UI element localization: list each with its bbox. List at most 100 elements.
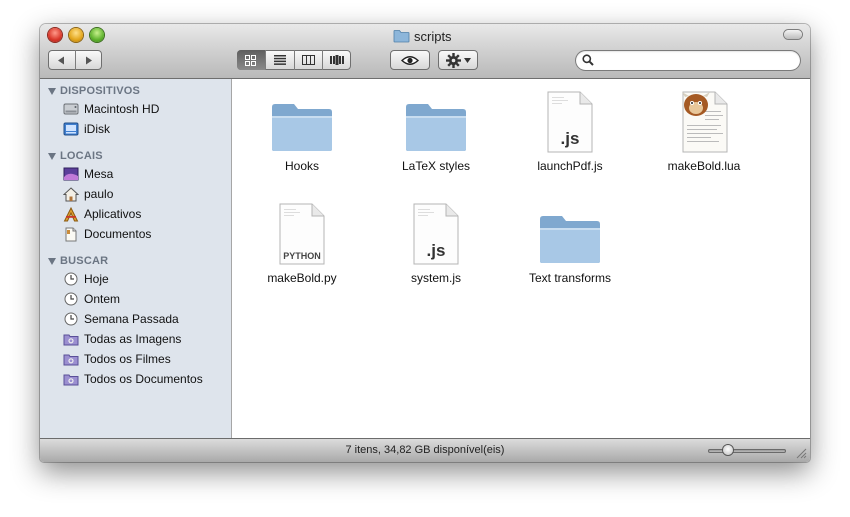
forward-arrow-icon [85, 56, 92, 64]
window-title: scripts [393, 27, 452, 45]
sidebar-item-label: Macintosh HD [84, 102, 160, 116]
clock-icon [63, 291, 79, 307]
search-input[interactable] [597, 52, 797, 70]
file-item-text-transforms[interactable]: Text transforms [510, 201, 630, 285]
icon-size-slider[interactable] [708, 445, 786, 455]
disclosure-triangle-icon [48, 152, 56, 160]
file-badge: .js [427, 241, 446, 260]
smart-folder-icon [63, 371, 79, 387]
sidebar-item-idisk[interactable]: iDisk [63, 120, 110, 138]
search-field[interactable] [575, 50, 801, 71]
sidebar-item-todos-os-documentos[interactable]: Todos os Documentos [63, 370, 203, 388]
sidebar-item-label: iDisk [84, 122, 110, 136]
sidebar-item-semana-passada[interactable]: Semana Passada [63, 310, 179, 328]
back-forward-control [48, 50, 102, 70]
home-icon [63, 186, 79, 202]
file-item-launchpdf-js[interactable]: .js launchPdf.js [510, 89, 630, 173]
js-document-icon: .js [412, 201, 460, 265]
zoom-button[interactable] [90, 28, 104, 42]
disclosure-triangle-icon [48, 257, 56, 265]
file-item-system-js[interactable]: .js system.js [376, 201, 496, 285]
sidebar-item-label: Todas as Imagens [84, 332, 182, 346]
column-view-button[interactable] [293, 50, 323, 70]
sidebar-section-search[interactable]: BUSCAR [48, 253, 108, 269]
slider-knob[interactable] [723, 445, 733, 455]
python-document-icon: PYTHON [278, 201, 326, 265]
file-item-makebold-lua[interactable]: makeBold.lua [644, 89, 764, 173]
file-item-makebold-py[interactable]: PYTHON makeBold.py [242, 201, 362, 285]
smart-folder-icon [63, 351, 79, 367]
file-name: LaTeX styles [401, 159, 471, 173]
folder-icon [538, 201, 602, 265]
file-name: makeBold.py [267, 271, 337, 285]
eye-icon [401, 55, 419, 65]
file-browser-content: Hooks LaTeX styles .js launchPdf.js make… [232, 79, 810, 438]
clock-icon [63, 311, 79, 327]
clock-icon [63, 271, 79, 287]
sidebar-item-label: Hoje [84, 272, 109, 286]
sidebar-item-paulo[interactable]: paulo [63, 185, 113, 203]
back-arrow-icon [58, 56, 65, 64]
back-button[interactable] [48, 50, 75, 70]
action-menu-button[interactable] [438, 50, 478, 70]
applications-icon [63, 206, 79, 222]
chevron-down-icon [463, 57, 471, 63]
sidebar-item-label: Semana Passada [84, 312, 179, 326]
status-text: 7 itens, 34,82 GB disponível(eis) [345, 444, 505, 456]
sidebar-item-mesa[interactable]: Mesa [63, 165, 113, 183]
window-title-text: scripts [414, 28, 452, 44]
forward-button[interactable] [74, 50, 103, 70]
file-badge: .js [561, 129, 580, 148]
list-view-button[interactable] [264, 50, 294, 70]
sidebar-item-label: Documentos [84, 227, 152, 241]
js-document-icon: .js [546, 89, 594, 153]
status-bar: 7 itens, 34,82 GB disponível(eis) [40, 438, 810, 462]
file-name: system.js [410, 271, 461, 285]
sidebar-item-documentos[interactable]: Documentos [63, 225, 151, 243]
toolbar-toggle-button[interactable] [784, 30, 802, 39]
hard-drive-icon [63, 101, 79, 117]
search-icon [582, 54, 594, 66]
documents-icon [63, 226, 79, 242]
sidebar-item-ontem[interactable]: Ontem [63, 290, 120, 308]
resize-grip-icon[interactable] [796, 448, 807, 459]
finder-window: scripts DISPOSITIVOS Macintosh HD iDisk … [40, 24, 810, 462]
sidebar-section-title: LOCAIS [60, 150, 103, 162]
sidebar-item-label: paulo [84, 187, 114, 201]
sidebar-section-devices[interactable]: DISPOSITIVOS [48, 83, 140, 99]
sidebar-section-title: BUSCAR [60, 255, 109, 267]
sidebar-item-label: Mesa [84, 167, 114, 181]
sidebar-section-places[interactable]: LOCAIS [48, 148, 103, 164]
gear-icon [445, 52, 461, 68]
icon-view-icon [245, 54, 257, 66]
quick-look-button[interactable] [390, 50, 430, 70]
file-name: launchPdf.js [537, 159, 603, 173]
list-view-icon [273, 55, 286, 65]
file-badge: PYTHON [283, 251, 321, 261]
file-name: Text transforms [528, 271, 612, 285]
file-item-hooks[interactable]: Hooks [242, 89, 362, 173]
sidebar: DISPOSITIVOS Macintosh HD iDisk LOCAIS M… [40, 79, 232, 438]
sidebar-section-title: DISPOSITIVOS [60, 85, 141, 97]
close-button[interactable] [48, 28, 62, 42]
sidebar-item-todos-os-filmes[interactable]: Todos os Filmes [63, 350, 171, 368]
coverflow-view-button[interactable] [322, 50, 351, 70]
lua-document-icon [679, 89, 729, 153]
disclosure-triangle-icon [48, 87, 56, 95]
file-name: makeBold.lua [667, 159, 741, 173]
sidebar-item-label: Aplicativos [84, 207, 142, 221]
sidebar-item-label: Todos os Filmes [84, 352, 171, 366]
sidebar-item-todas-as-imagens[interactable]: Todas as Imagens [63, 330, 181, 348]
smart-folder-icon [63, 331, 79, 347]
icon-view-button[interactable] [237, 50, 265, 70]
file-item-latex-styles[interactable]: LaTeX styles [376, 89, 496, 173]
folder-icon [270, 89, 334, 153]
sidebar-item-macintosh-hd[interactable]: Macintosh HD [63, 100, 159, 118]
folder-icon [393, 29, 410, 43]
sidebar-item-hoje[interactable]: Hoje [63, 270, 109, 288]
toolbar: scripts [40, 24, 810, 79]
minimize-button[interactable] [69, 28, 83, 42]
coverflow-view-icon [330, 55, 345, 65]
folder-icon [404, 89, 468, 153]
sidebar-item-aplicativos[interactable]: Aplicativos [63, 205, 141, 223]
